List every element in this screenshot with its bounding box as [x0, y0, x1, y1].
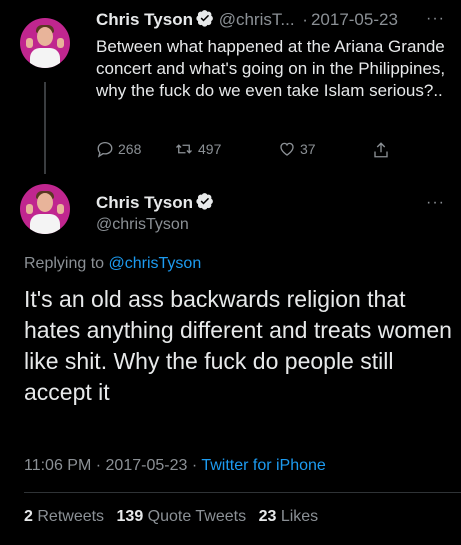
avatar[interactable] [20, 184, 70, 234]
tweet-source-link[interactable]: Twitter for iPhone [201, 457, 326, 474]
tweet-text: It's an old ass backwards religion that … [24, 286, 452, 405]
tweet-text: Between what happened at the Ariana Gran… [96, 37, 446, 100]
separator: · [95, 457, 102, 474]
engagement-stats: 2 Retweets 139 Quote Tweets 23 Likes [24, 508, 326, 526]
thread-line [44, 82, 46, 174]
reply-button[interactable]: 268 [96, 140, 141, 158]
author-handle[interactable]: @chrisT... [219, 10, 295, 29]
separator: · [191, 457, 198, 474]
tweet-time[interactable]: 11:06 PM [24, 457, 91, 474]
reply-count: 268 [118, 141, 142, 157]
author-name[interactable]: Chris Tyson [96, 193, 193, 212]
divider [24, 492, 461, 493]
verified-badge-icon [196, 10, 213, 27]
likes-count: 23 [258, 508, 277, 525]
replying-handle-link[interactable]: @chrisTyson [109, 255, 202, 272]
retweet-count: 497 [198, 141, 222, 157]
retweets-label: Retweets [37, 508, 105, 525]
likes-label: Likes [280, 508, 319, 525]
author-name-row: Chris Tyson [96, 192, 214, 213]
quote-tweets-stat[interactable]: 139 Quote Tweets [117, 508, 255, 525]
quote-tweets-count: 139 [116, 508, 144, 525]
share-button[interactable] [372, 140, 394, 160]
tweet-meta: 11:06 PM · 2017-05-23 · Twitter for iPho… [24, 457, 326, 475]
action-bar: 268 497 37 [96, 140, 396, 160]
tweet-date[interactable]: 2017-05-23 [106, 457, 188, 474]
like-button[interactable]: 37 [278, 140, 316, 158]
more-icon[interactable]: ··· [426, 194, 445, 212]
more-icon[interactable]: ··· [426, 10, 445, 28]
share-icon [374, 142, 388, 158]
tweet-header: Chris Tyson @chrisT... · 2017-05-23 [96, 9, 398, 30]
author-name[interactable]: Chris Tyson [96, 10, 193, 29]
like-count: 37 [300, 141, 316, 157]
like-icon [280, 142, 294, 156]
retweets-count: 2 [24, 508, 33, 525]
retweets-stat[interactable]: 2 Retweets [24, 508, 112, 525]
retweet-button[interactable]: 497 [174, 140, 221, 158]
verified-badge-icon [196, 193, 213, 210]
replying-to: Replying to @chrisTyson [24, 255, 201, 273]
separator: · [302, 10, 308, 29]
likes-stat[interactable]: 23 Likes [259, 508, 327, 525]
avatar[interactable] [20, 18, 70, 68]
retweet-icon [176, 144, 192, 154]
reply-icon [97, 141, 113, 158]
replying-prefix: Replying to [24, 255, 109, 272]
author-handle[interactable]: @chrisTyson [96, 216, 189, 234]
tweet-date[interactable]: 2017-05-23 [311, 10, 398, 29]
quote-tweets-label: Quote Tweets [147, 508, 247, 525]
